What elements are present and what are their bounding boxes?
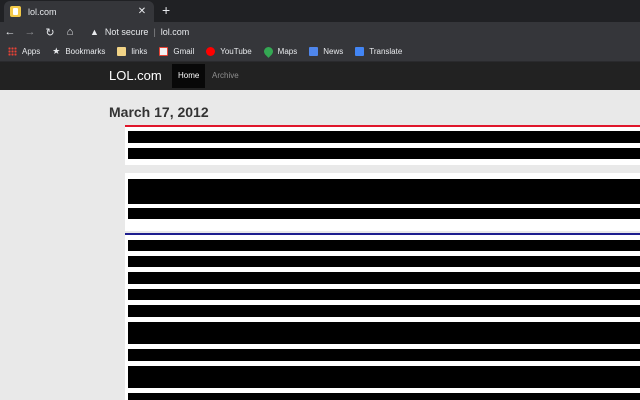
browser-toolbar: ← → ↻ ⌂ ▲ Not secure | lol.com [0,22,640,42]
bookmark-translate[interactable]: Translate [355,47,402,56]
redacted-line [128,393,640,400]
post-card [125,127,640,165]
tab-close-icon[interactable]: ✕ [136,6,148,17]
bookmarks-bar: Apps ★ Bookmarks links Gmail YouTube Map… [0,42,640,62]
nav-archive-link[interactable]: Archive [212,64,239,88]
star-icon: ★ [52,46,61,56]
bookmark-links[interactable]: links [117,47,147,56]
translate-icon [355,47,365,56]
bookmark-label: Translate [369,47,403,56]
url-text[interactable]: lol.com [161,27,190,37]
bookmark-news[interactable]: News [309,47,343,56]
folder-icon [117,47,127,56]
bookmark-label: Gmail [173,47,195,56]
redacted-line [128,240,640,251]
browser-tab[interactable]: lol.com ✕ [4,1,154,22]
bookmark-label: links [131,47,148,56]
security-label[interactable]: Not secure [105,27,149,37]
maps-icon [261,45,275,58]
site-navbar: LOL.com Home Archive [0,62,640,90]
news-icon [309,47,319,56]
redacted-line [128,179,640,204]
redacted-line [128,289,640,300]
redacted-line [128,322,640,344]
bookmark-label: Bookmarks [65,47,106,56]
tab-title: lol.com [28,6,57,17]
youtube-icon [206,47,216,56]
back-button[interactable]: ← [0,22,20,42]
address-bar[interactable]: ▲ Not secure | lol.com [90,24,636,40]
redacted-line [128,349,640,361]
redacted-line [128,366,640,388]
bookmark-bookmarks[interactable]: ★ Bookmarks [52,46,105,57]
site-favicon-icon [10,6,21,17]
bookmark-maps[interactable]: Maps [261,45,298,58]
browser-tab-strip: lol.com ✕ + [0,0,640,22]
reload-button[interactable]: ↻ [40,22,60,42]
home-button[interactable]: ⌂ [60,22,80,42]
apps-icon [8,47,17,56]
redacted-line [128,305,640,317]
bookmark-gmail[interactable]: Gmail [159,47,194,56]
redacted-line [128,256,640,267]
gmail-icon [159,47,169,56]
redacted-line [128,272,640,284]
new-tab-button[interactable]: + [162,2,170,18]
nav-home-link[interactable]: Home [172,64,206,88]
omnibox-separator: | [153,27,156,37]
post-card [125,235,640,400]
redacted-line [128,208,640,219]
redacted-line [128,148,640,159]
bookmark-label: Apps [22,47,41,56]
bookmark-label: News [323,47,344,56]
warning-icon[interactable]: ▲ [90,27,99,37]
post-card [125,173,640,231]
bookmark-label: Maps [277,47,298,56]
redacted-line [128,131,640,143]
date-heading: March 17, 2012 [109,104,209,120]
bookmark-youtube[interactable]: YouTube [206,47,252,56]
bookmark-label: YouTube [220,47,252,56]
site-brand-link[interactable]: LOL.com [109,68,162,83]
bookmark-apps[interactable]: Apps [8,47,40,56]
forward-button[interactable]: → [20,22,40,42]
